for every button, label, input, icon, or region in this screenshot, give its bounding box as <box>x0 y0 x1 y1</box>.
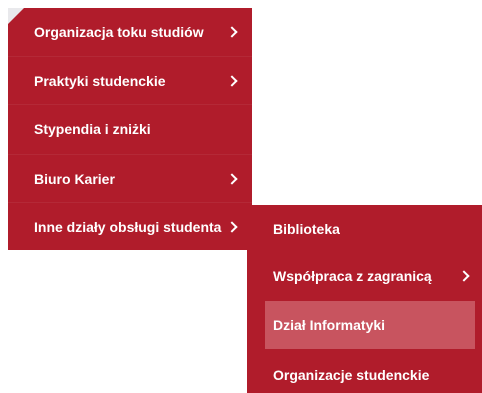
page: Organizacja toku studiów Praktyki studen… <box>0 0 482 393</box>
menu-item-biuro-karier[interactable]: Biuro Karier <box>8 154 252 202</box>
menu-item-label: Biuro Karier <box>34 170 115 187</box>
menu-item-label: Współpraca z zagranicą <box>273 267 432 284</box>
menu-item-organizacja-toku-studiow[interactable]: Organizacja toku studiów <box>8 8 252 56</box>
menu-item-label: Praktyki studenckie <box>34 72 166 89</box>
chevron-right-icon <box>458 269 470 282</box>
menu-item-inne-dzialy-obslugi-studenta[interactable]: Inne działy obsługi studenta <box>8 202 252 250</box>
submenu-inne-dzialy: Biblioteka Współpraca z zagranicą Dział … <box>247 205 482 393</box>
chevron-right-icon <box>226 220 238 233</box>
menu-item-label: Biblioteka <box>273 220 340 237</box>
menu-item-label: Inne działy obsługi studenta <box>34 218 222 235</box>
menu-item-stypendia-i-znizki[interactable]: Stypendia i zniżki <box>8 104 252 152</box>
menu-item-label: Stypendia i zniżki <box>34 120 151 137</box>
chevron-right-icon <box>226 74 238 87</box>
menu-item-praktyki-studenckie[interactable]: Praktyki studenckie <box>8 56 252 104</box>
primary-dropdown-menu: Organizacja toku studiów Praktyki studen… <box>8 8 252 250</box>
chevron-right-icon <box>226 172 238 185</box>
submenu-item-biblioteka[interactable]: Biblioteka <box>247 205 482 252</box>
submenu-item-wspolpraca-z-zagranica[interactable]: Współpraca z zagranicą <box>247 252 482 299</box>
menu-item-label: Organizacja toku studiów <box>34 24 204 40</box>
menu-item-label: Organizacje studenckie <box>273 366 430 383</box>
menu-item-label: Dział Informatyki <box>273 317 386 333</box>
chevron-right-icon <box>226 26 238 38</box>
submenu-item-organizacje-studenckie[interactable]: Organizacje studenckie <box>247 351 482 393</box>
submenu-item-dzial-informatyki[interactable]: Dział Informatyki <box>265 301 475 349</box>
